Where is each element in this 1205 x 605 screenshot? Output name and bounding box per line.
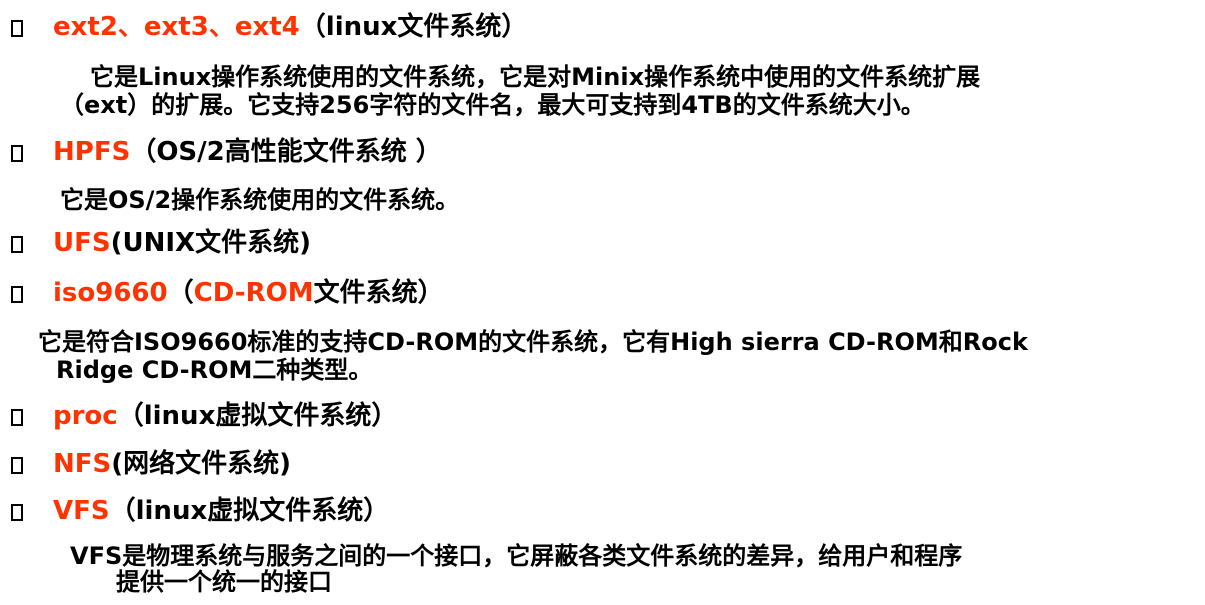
item-subtitle: (网络文件系统) — [111, 449, 292, 479]
item-description-line: 它是符合ISO9660标准的支持CD-ROM的文件系统，它有High sierr… — [38, 328, 1028, 356]
item-term: HPFS — [53, 137, 131, 167]
item-term: ext2、ext3、ext4 — [53, 12, 300, 42]
bullet-item-ext: ext2、ext3、ext4 （linux文件系统） — [0, 12, 527, 42]
bullet-item-iso9660: iso9660 （CD-ROM文件系统） — [0, 278, 444, 308]
item-description-line: 它是Linux操作系统使用的文件系统，它是对Minix操作系统中使用的文件系统扩… — [90, 63, 981, 91]
item-subtitle: （CD-ROM文件系统） — [168, 278, 444, 308]
item-subtitle-tail: 文件系统） — [313, 278, 444, 308]
hollow-square-bullet-icon — [11, 503, 23, 521]
item-description-line: （ext）的扩展。它支持256字符的文件名，最大可支持到4TB的文件系统大小。 — [60, 91, 925, 119]
slide: ext2、ext3、ext4 （linux文件系统） 它是Linux操作系统使用… — [0, 0, 1205, 605]
item-subtitle: (UNIX文件系统) — [110, 228, 311, 258]
item-subtitle: （linux虚拟文件系统） — [117, 401, 398, 431]
item-term: proc — [53, 401, 118, 431]
item-term: VFS — [53, 496, 110, 526]
item-subtitle: （linux文件系统） — [299, 12, 528, 42]
hollow-square-bullet-icon — [11, 235, 23, 253]
item-description-line: 它是OS/2操作系统使用的文件系统。 — [60, 186, 460, 214]
item-term: UFS — [53, 228, 111, 258]
item-description-line: VFS是物理系统与服务之间的一个接口，它屏蔽各类文件系统的差异，给用户和程序 — [70, 542, 963, 570]
bullet-item-vfs: VFS （linux虚拟文件系统） — [0, 496, 389, 526]
hollow-square-bullet-icon — [11, 19, 23, 37]
item-term: iso9660 — [53, 278, 168, 308]
item-term: NFS — [53, 449, 112, 479]
item-description-line: Ridge CD-ROM二种类型。 — [56, 356, 373, 384]
item-description-line: 提供一个统一的接口 — [116, 568, 332, 596]
bullet-item-hpfs: HPFS （OS/2高性能文件系统 ） — [0, 137, 442, 167]
item-subtitle: （linux虚拟文件系统） — [109, 496, 390, 526]
bullet-item-proc: proc （linux虚拟文件系统） — [0, 401, 397, 431]
item-subtitle-highlight: CD-ROM — [193, 278, 314, 308]
hollow-square-bullet-icon — [11, 456, 23, 474]
hollow-square-bullet-icon — [11, 144, 23, 162]
item-subtitle: （OS/2高性能文件系统 ） — [130, 137, 442, 167]
bullet-item-nfs: NFS (网络文件系统) — [0, 449, 291, 479]
bullet-item-ufs: UFS (UNIX文件系统) — [0, 228, 311, 258]
hollow-square-bullet-icon — [11, 408, 23, 426]
hollow-square-bullet-icon — [11, 285, 23, 303]
paren-open: （ — [167, 278, 194, 308]
